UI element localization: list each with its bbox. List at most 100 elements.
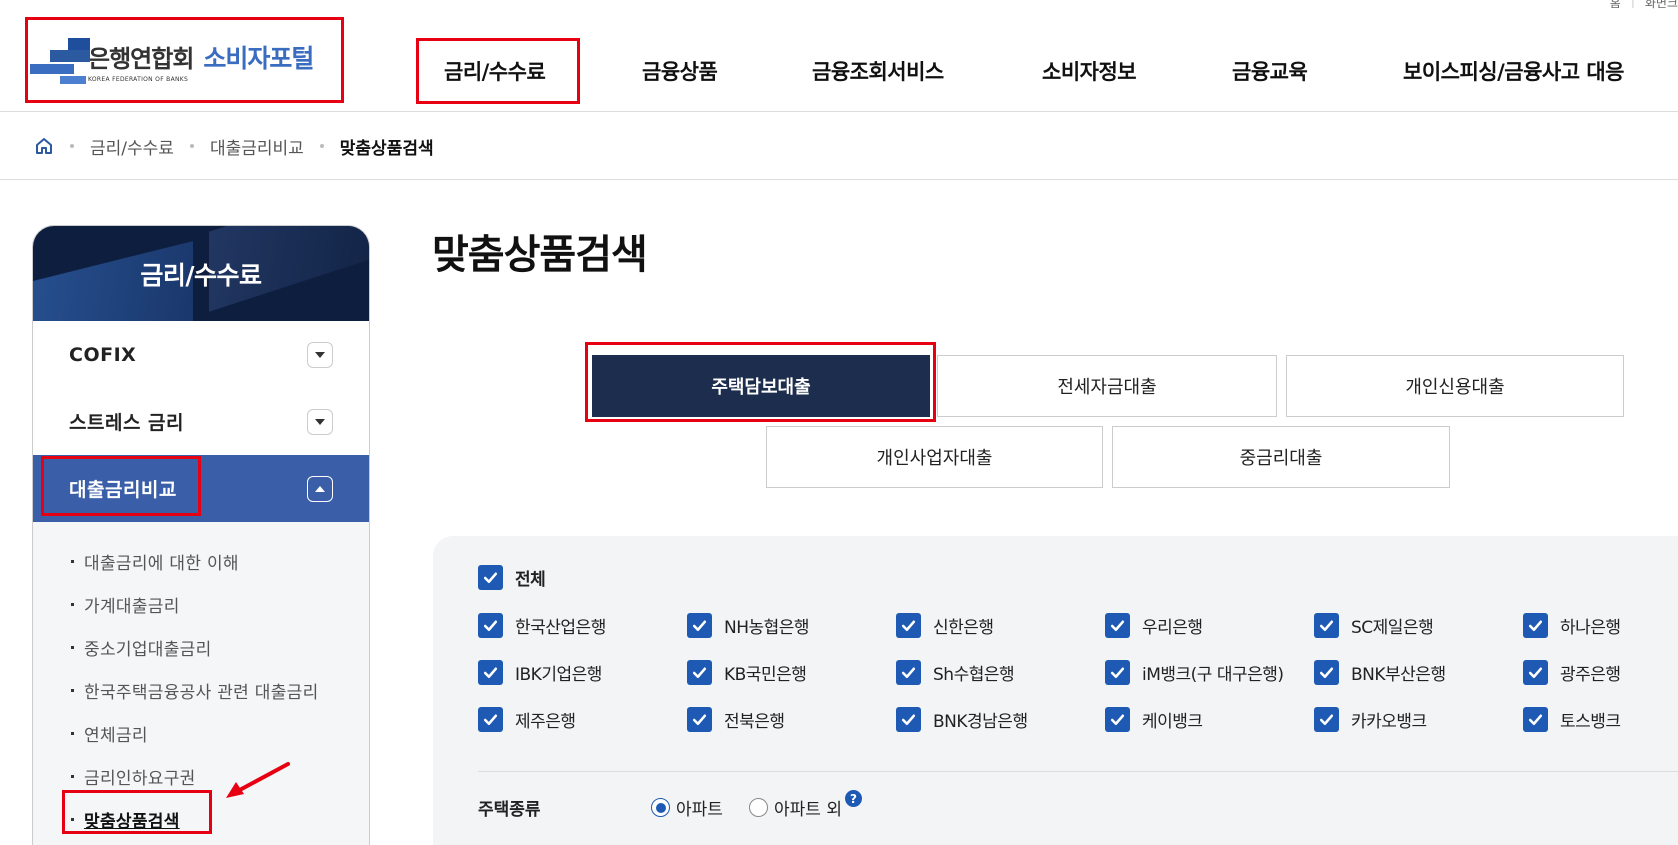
submenu-label: 대출금리에 대한 이해 (84, 554, 239, 574)
checkbox-checked-icon (687, 660, 712, 685)
checkbox-label: 카카오뱅크 (1351, 712, 1427, 732)
expand-toggle[interactable] (307, 408, 333, 435)
bank-checkbox[interactable]: BNK경남은행 (896, 707, 1028, 732)
checkbox-checked-icon (1105, 660, 1130, 685)
checkbox-checked-icon (478, 707, 503, 732)
gnb-item-consumer-info[interactable]: 소비자정보 (1042, 56, 1137, 86)
submenu-item[interactable]: 가계대출금리 (71, 583, 369, 626)
checkbox-checked-icon (1105, 707, 1130, 732)
checkbox-checked-icon (1314, 707, 1339, 732)
checkbox-checked-icon (1314, 613, 1339, 638)
checkbox-label: BNK경남은행 (933, 712, 1028, 732)
tab-sole-proprietor-loan[interactable]: 개인사업자대출 (766, 426, 1103, 488)
bank-checkbox[interactable]: 전북은행 (687, 707, 785, 732)
submenu-label: 맞춤상품검색 (84, 812, 180, 832)
checkbox-label: IBK기업은행 (515, 665, 602, 685)
bank-checkbox[interactable]: BNK부산은행 (1314, 660, 1446, 685)
radio-label: 아파트 외 (774, 800, 842, 820)
bank-checkbox[interactable]: 케이뱅크 (1105, 707, 1203, 732)
sidebar-header: 금리/수수료 (33, 226, 369, 321)
gnb-item-voice-phishing[interactable]: 보이스피싱/금융사고 대응 (1403, 56, 1625, 86)
checkbox-checked-icon (896, 613, 921, 638)
radio-apartment[interactable]: 아파트 (651, 795, 723, 820)
sidebar-item-loan-rate-compare[interactable]: 대출금리비교 (33, 455, 369, 522)
gnb-item-financial-education[interactable]: 금융교육 (1232, 56, 1308, 86)
checkbox-checked-icon (478, 565, 503, 590)
sidebar-item-label: 스트레스 금리 (69, 412, 184, 434)
breadcrumb-level1[interactable]: 금리/수수료 (90, 134, 174, 159)
bank-checkbox[interactable]: 우리은행 (1105, 613, 1203, 638)
breadcrumb-separator (189, 144, 194, 148)
sidebar-item-cofix[interactable]: COFIX (33, 321, 369, 388)
submenu-label: 연체금리 (84, 726, 148, 746)
checkbox-label: 우리은행 (1142, 618, 1203, 638)
bank-checkbox[interactable]: Sh수협은행 (896, 660, 1015, 685)
checkbox-checked-icon (687, 613, 712, 638)
sidebar-item-label: COFIX (69, 343, 137, 366)
submenu-label: 한국주택금융공사 관련 대출금리 (84, 683, 319, 703)
bank-checkbox[interactable]: NH농협은행 (687, 613, 810, 638)
checkbox-all[interactable]: 전체 (478, 565, 546, 590)
chevron-down-icon (315, 351, 325, 358)
collapse-toggle[interactable] (307, 475, 333, 502)
submenu-item[interactable]: 대출금리에 대한 이해 (71, 540, 369, 583)
sidebar-item-stress-rate[interactable]: 스트레스 금리 (33, 388, 369, 455)
checkbox-label: iM뱅크(구 대구은행) (1142, 665, 1284, 685)
tab-personal-credit-loan[interactable]: 개인신용대출 (1286, 355, 1624, 417)
breadcrumb-separator (70, 144, 74, 148)
radio-unselected-icon (749, 798, 768, 817)
gnb-item-inquiry-services[interactable]: 금융조회서비스 (812, 56, 944, 86)
page-title: 맞춤상품검색 (432, 232, 648, 278)
tab-jeonse-loan[interactable]: 전세자금대출 (937, 355, 1277, 417)
submenu-item[interactable]: 금리인하요구권 (71, 755, 369, 798)
bank-checkbox[interactable]: 제주은행 (478, 707, 576, 732)
sidebar-title: 금리/수수료 (140, 260, 262, 290)
site-header: 은행연합회 소비자포털 KOREA FEDERATION OF BANKS 금리… (0, 0, 1678, 112)
expand-toggle[interactable] (307, 341, 333, 368)
home-icon[interactable] (34, 136, 54, 156)
submenu-item-current[interactable]: 맞춤상품검색 (71, 798, 369, 841)
checkbox-label: BNK부산은행 (1351, 665, 1446, 685)
chevron-down-icon (315, 418, 325, 425)
checkbox-checked-icon (478, 613, 503, 638)
bank-checkbox[interactable]: 신한은행 (896, 613, 994, 638)
gnb-item-rates-fees[interactable]: 금리/수수료 (444, 56, 546, 86)
radio-non-apartment[interactable]: 아파트 외 ? (749, 790, 862, 820)
breadcrumb-current: 맞춤상품검색 (339, 138, 434, 159)
checkbox-checked-icon (1523, 707, 1548, 732)
sidebar: 금리/수수료 COFIX 스트레스 금리 대출금리비교 대출금리에 대한 이해 … (32, 225, 370, 845)
annotation-arrow-icon (226, 762, 290, 798)
bank-checkbox[interactable]: iM뱅크(구 대구은행) (1105, 660, 1284, 685)
submenu-item[interactable]: 연체금리 (71, 712, 369, 755)
breadcrumb: 금리/수수료 대출금리비교 맞춤상품검색 (0, 113, 1678, 180)
help-icon[interactable]: ? (844, 790, 862, 807)
bank-checkbox[interactable]: KB국민은행 (687, 660, 807, 685)
global-nav: 금리/수수료 금융상품 금융조회서비스 소비자정보 금융교육 보이스피싱/금융사… (0, 56, 1678, 86)
bank-checkbox[interactable]: 토스뱅크 (1523, 707, 1621, 732)
breadcrumb-separator (319, 144, 324, 148)
checkbox-checked-icon (1105, 613, 1130, 638)
chevron-up-icon (315, 485, 325, 492)
submenu-label: 금리인하요구권 (84, 769, 196, 789)
bank-checkbox[interactable]: 한국산업은행 (478, 613, 606, 638)
bank-checkbox[interactable]: 광주은행 (1523, 660, 1621, 685)
checkbox-checked-icon (1523, 660, 1548, 685)
checkbox-label: 한국산업은행 (515, 618, 606, 638)
bank-checkbox[interactable]: 카카오뱅크 (1314, 707, 1427, 732)
breadcrumb-level2[interactable]: 대출금리비교 (210, 134, 304, 159)
checkbox-label: 케이뱅크 (1142, 712, 1203, 732)
bank-checkbox[interactable]: 하나은행 (1523, 613, 1621, 638)
checkbox-label: 전체 (515, 570, 546, 590)
tab-mortgage-loan[interactable]: 주택담보대출 (592, 355, 930, 417)
submenu-item[interactable]: 한국주택금융공사 관련 대출금리 (71, 669, 369, 712)
submenu-item[interactable]: 중소기업대출금리 (71, 626, 369, 669)
checkbox-label: 전북은행 (724, 712, 785, 732)
checkbox-label: 광주은행 (1560, 665, 1621, 685)
bank-checkbox[interactable]: SC제일은행 (1314, 613, 1434, 638)
checkbox-label: KB국민은행 (724, 665, 807, 685)
house-type-label: 주택종류 (478, 800, 541, 820)
gnb-item-financial-products[interactable]: 금융상품 (642, 56, 718, 86)
tab-mid-rate-loan[interactable]: 중금리대출 (1112, 426, 1450, 488)
sidebar-item-label: 대출금리비교 (69, 479, 177, 501)
bank-checkbox[interactable]: IBK기업은행 (478, 660, 602, 685)
